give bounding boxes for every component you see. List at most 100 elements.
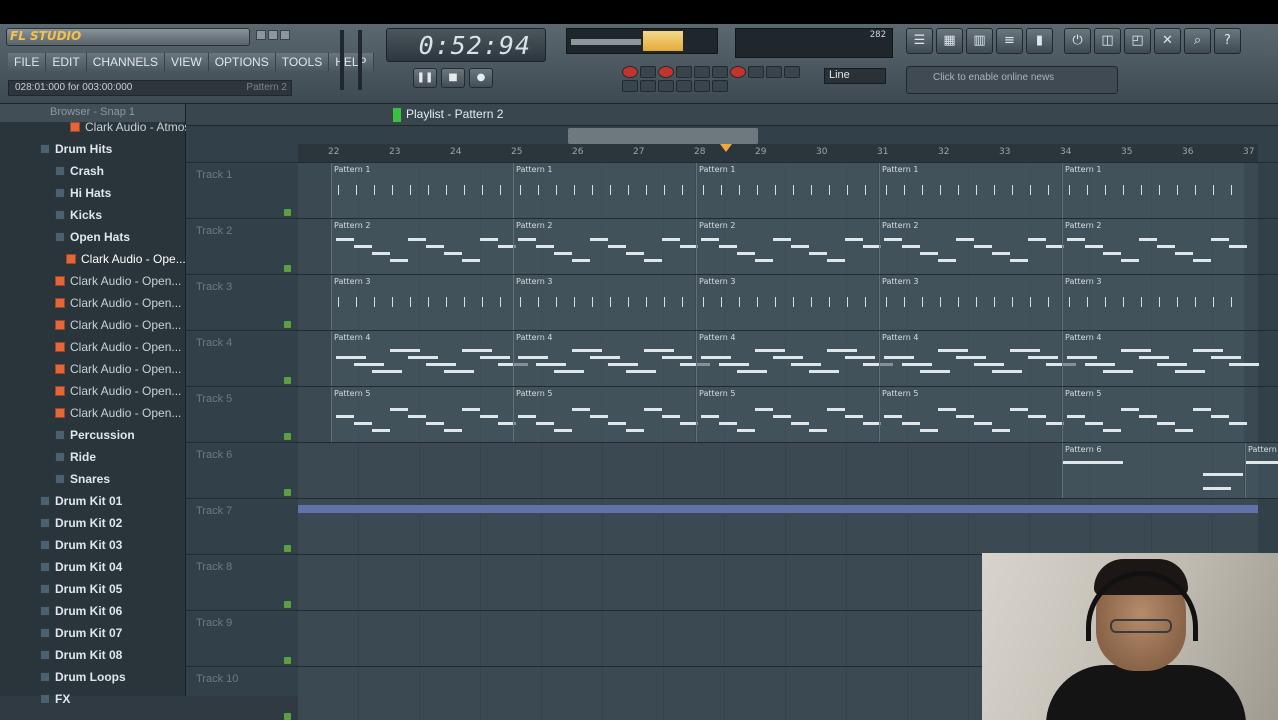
rec-mode-icon[interactable] (622, 66, 638, 78)
pattern-clip[interactable]: Pattern 4 (696, 331, 893, 387)
online-news-panel[interactable]: Click to enable online news (906, 66, 1118, 94)
browser-folder-item[interactable]: Drum Kit 02 (40, 516, 122, 536)
browser-file-item[interactable]: Clark Audio - Open... (55, 274, 181, 294)
stop-button[interactable]: ■ (441, 68, 465, 88)
pattern-clip[interactable]: Pattern 1 (1062, 163, 1244, 219)
window-controls[interactable] (256, 30, 290, 40)
search-icon[interactable]: ⌕ (1184, 28, 1211, 54)
browser-folder-item[interactable]: Ride (55, 450, 96, 470)
close-icon[interactable] (280, 30, 290, 40)
track-name[interactable]: Track 7 (196, 505, 232, 517)
track-grid[interactable] (298, 499, 1258, 555)
track-mute-led[interactable] (284, 265, 291, 272)
track-name[interactable]: Track 6 (196, 449, 232, 461)
pattern-clip[interactable]: Pattern 2 (696, 219, 881, 275)
pattern-clip[interactable]: Pattern 3 (513, 275, 695, 331)
track-row[interactable]: Track 4 Pattern 4 Pattern 4 Pattern 4 Patter… (186, 330, 1278, 387)
track-name[interactable]: Track 10 (196, 673, 238, 685)
mode-icon[interactable] (694, 80, 710, 92)
menu-help[interactable]: HELP (329, 53, 374, 71)
track-grid[interactable]: Pattern 3 Pattern 3 Pattern 3 Pattern 3 Patt… (298, 275, 1258, 331)
mode-icon[interactable] (748, 66, 764, 78)
browser-folder-item[interactable]: Kicks (55, 208, 102, 228)
browser-folder-item[interactable]: Drum Hits (40, 142, 112, 162)
pattern-clip[interactable]: Pattern 4 (331, 331, 528, 387)
pattern-clip[interactable]: Pattern 5 (879, 387, 1064, 443)
browser-folder-item[interactable]: Drum Kit 03 (40, 538, 122, 558)
browser-folder-item[interactable]: Drum Kit 04 (40, 560, 122, 580)
browser-folder-item[interactable]: FX (40, 692, 70, 712)
export-icon[interactable]: ◰ (1124, 28, 1151, 54)
pattern-clip[interactable]: Pattern 3 (879, 275, 1061, 331)
browser-folder-item[interactable]: Snares (55, 472, 110, 492)
track-row[interactable]: Track 7 (186, 498, 1278, 555)
browser-folder-item[interactable]: Drum Kit 05 (40, 582, 122, 602)
pattern-clip[interactable]: Pattern 1 (696, 163, 878, 219)
track-mute-led[interactable] (284, 433, 291, 440)
time-display[interactable]: 0:52:94 (386, 28, 546, 62)
track-row[interactable]: Track 1 Pattern 1 Pattern 1 Pattern 1 Patter… (186, 162, 1278, 219)
browser-folder-item[interactable]: Crash (55, 164, 104, 184)
track-name[interactable]: Track 8 (196, 561, 232, 573)
rec-mode-icon[interactable] (658, 66, 674, 78)
maximize-icon[interactable] (268, 30, 278, 40)
playlist-icon[interactable]: ☰ (906, 28, 933, 54)
menu-tools[interactable]: TOOLS (275, 53, 330, 71)
track-mute-led[interactable] (284, 377, 291, 384)
pattern-clip[interactable]: Pattern 2 (513, 219, 698, 275)
browser-file-item[interactable]: Clark Audio - Open... (55, 362, 181, 382)
track-row[interactable]: Track 3 Pattern 3 Pattern 3 Pattern 3 Patter… (186, 274, 1278, 331)
pattern-clip[interactable]: Pattern 1 (879, 163, 1061, 219)
browser-file-item[interactable]: Clark Audio - Open... (55, 318, 181, 338)
pattern-clip[interactable]: Pattern 1 (513, 163, 695, 219)
track-mute-led[interactable] (284, 601, 291, 608)
track-name[interactable]: Track 2 (196, 225, 232, 237)
minimize-icon[interactable] (256, 30, 266, 40)
mode-icon[interactable] (712, 80, 728, 92)
pattern-clip[interactable]: Pattern 4 (513, 331, 710, 387)
browser-folder-item[interactable]: Drum Kit 08 (40, 648, 122, 668)
pattern-clip[interactable]: Pattern 2 (879, 219, 1064, 275)
pattern-clip[interactable]: Pattern 1 (331, 163, 513, 219)
track-mute-led[interactable] (284, 321, 291, 328)
browser-folder-item[interactable]: Percussion (55, 428, 135, 448)
mode-icon[interactable] (784, 66, 800, 78)
pattern-clip[interactable]: Pattern 6 (1062, 443, 1244, 499)
menu-file[interactable]: FILE (8, 53, 47, 71)
browser-file-item[interactable]: Clark Audio - Open... (55, 340, 181, 360)
menu-options[interactable]: OPTIONS (208, 53, 276, 71)
pattern-clip[interactable]: Pattern 4 (879, 331, 1076, 387)
track-name[interactable]: Track 1 (196, 169, 232, 181)
track-mute-led[interactable] (284, 713, 291, 720)
browser-folder-item[interactable]: Drum Kit 01 (40, 494, 122, 514)
track-mute-led[interactable] (284, 545, 291, 552)
track-mute-led[interactable] (284, 657, 291, 664)
browser-file-item[interactable]: Clark Audio - Open... (55, 406, 181, 426)
browser-file-item[interactable]: Clark Audio - Open... (55, 384, 181, 404)
master-volume-slider[interactable] (340, 30, 344, 90)
browser-folder-item[interactable]: Hi Hats (55, 186, 111, 206)
track-mute-led[interactable] (284, 489, 291, 496)
track-row[interactable]: Track 2 Pattern 2 Pattern 2 Pattern 2 Patter… (186, 218, 1278, 275)
save-icon[interactable]: ◫ (1094, 28, 1121, 54)
mixer-icon[interactable]: ▮ (1026, 28, 1053, 54)
timeline-ruler[interactable]: 22 23 24 25 26 27 28 29 30 31 32 33 34 35 36 37 (298, 144, 1258, 162)
pause-button[interactable]: ❚❚ (413, 68, 437, 88)
pattern-clip[interactable]: Pattern 3 (696, 275, 878, 331)
automation-clip[interactable] (298, 505, 1258, 513)
power-icon[interactable]: ⏻ (1064, 28, 1091, 54)
playlist-title[interactable]: Playlist - Pattern 2 (406, 107, 503, 121)
track-row[interactable]: Track 6 Pattern 6 Pattern 6 (186, 442, 1278, 499)
mode-icon[interactable] (766, 66, 782, 78)
mode-icon[interactable] (622, 80, 638, 92)
track-name[interactable]: Track 4 (196, 337, 232, 349)
pattern-clip[interactable]: Pattern 2 (331, 219, 516, 275)
menu-edit[interactable]: EDIT (46, 53, 87, 71)
mode-icon[interactable] (640, 66, 656, 78)
browser-icon[interactable]: ≡ (996, 28, 1023, 54)
pattern-clip[interactable]: Pattern 6 (1245, 443, 1278, 499)
menu-view[interactable]: VIEW (165, 53, 209, 71)
browser-folder-item[interactable]: Drum Kit 06 (40, 604, 122, 624)
track-grid[interactable]: Pattern 6 Pattern 6 (298, 443, 1278, 499)
browser-folder-item[interactable]: Drum Kit 07 (40, 626, 122, 646)
